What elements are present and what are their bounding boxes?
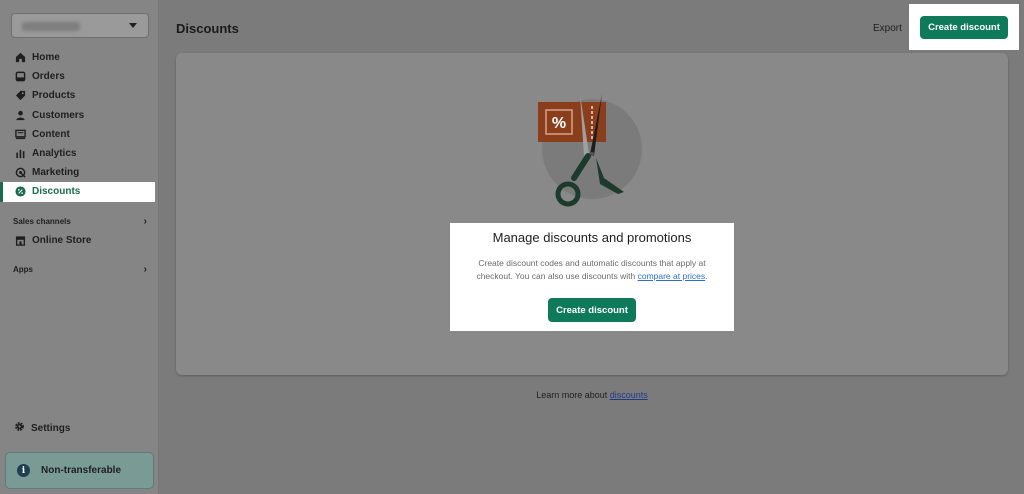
sidebar-item-products[interactable]: Products: [0, 86, 159, 105]
create-discount-button[interactable]: Create discount: [548, 298, 636, 322]
sidebar-item-label: Discounts: [32, 186, 81, 198]
empty-state-description: Create discount codes and automatic disc…: [462, 257, 722, 283]
export-button[interactable]: Export: [873, 23, 902, 34]
non-transferable-banner[interactable]: i Non-transferable: [5, 452, 154, 489]
apps-label: Apps: [13, 265, 33, 274]
sales-channels-header[interactable]: Sales channels ›: [13, 216, 147, 227]
page-title: Discounts: [176, 21, 239, 36]
compare-at-prices-link[interactable]: compare at prices: [638, 271, 706, 281]
chevron-down-icon: [129, 23, 137, 28]
discount-icon: [14, 186, 26, 198]
settings-label: Settings: [31, 422, 71, 434]
sidebar-item-content[interactable]: Content: [0, 125, 159, 144]
scissors-illustration: %: [534, 94, 644, 210]
empty-state-title: Manage discounts and promotions: [492, 230, 692, 245]
sidebar-item-label: Customers: [32, 109, 85, 121]
sidebar-item-analytics[interactable]: Analytics: [0, 144, 159, 163]
sidebar-item-customers[interactable]: Customers: [0, 106, 159, 125]
settings-link[interactable]: Settings: [14, 421, 70, 435]
sidebar-item-label: Home: [32, 52, 60, 64]
learn-more-text: Learn more about discounts: [0, 390, 1024, 400]
marketing-icon: [14, 167, 26, 179]
sidebar: Home Orders Products Customers Content A…: [0, 0, 159, 494]
sidebar-item-label: Orders: [32, 71, 65, 83]
tag-icon: [14, 90, 26, 102]
chevron-right-icon: ›: [143, 216, 147, 227]
learn-more-prefix: Learn more about: [536, 390, 610, 400]
store-selector[interactable]: [11, 13, 149, 38]
home-icon: [14, 52, 26, 64]
description-suffix: .: [705, 271, 708, 281]
sidebar-item-label: Online Store: [32, 235, 92, 247]
info-icon: i: [17, 464, 30, 477]
sidebar-item-orders[interactable]: Orders: [0, 67, 159, 86]
sidebar-item-marketing[interactable]: Marketing: [0, 163, 159, 182]
non-transferable-label: Non-transferable: [41, 465, 122, 476]
store-name: [22, 22, 80, 31]
person-icon: [14, 109, 26, 121]
apps-header[interactable]: Apps ›: [13, 264, 147, 275]
sidebar-item-label: Content: [32, 128, 70, 140]
create-discount-button[interactable]: Create discount: [920, 16, 1008, 39]
sidebar-item-label: Marketing: [32, 167, 80, 179]
sidebar-item-online-store[interactable]: Online Store: [0, 231, 159, 250]
sidebar-item-home[interactable]: Home: [0, 48, 159, 67]
svg-text:%: %: [552, 115, 566, 132]
chevron-right-icon: ›: [143, 264, 147, 275]
content-icon: [14, 128, 26, 140]
analytics-icon: [14, 148, 26, 160]
orders-icon: [14, 71, 26, 83]
discounts-help-link[interactable]: discounts: [610, 390, 648, 400]
sidebar-item-label: Analytics: [32, 148, 77, 160]
main-nav: Home Orders Products Customers Content A…: [0, 48, 159, 202]
gear-icon: [14, 421, 25, 435]
sidebar-item-label: Products: [32, 90, 76, 102]
store-icon: [14, 235, 26, 247]
sidebar-item-discounts[interactable]: Discounts: [0, 182, 155, 202]
sales-channels-label: Sales channels: [13, 217, 71, 226]
